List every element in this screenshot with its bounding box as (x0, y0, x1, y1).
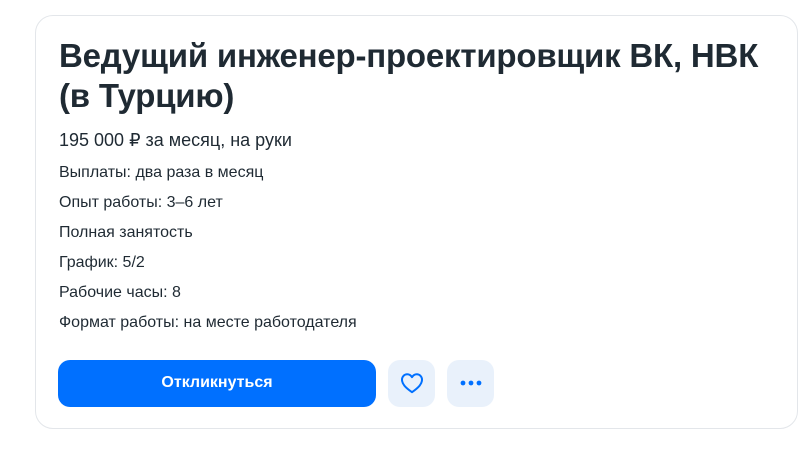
vacancy-card: Ведущий инженер-проектировщик ВК, НВК (в… (35, 15, 798, 429)
apply-button[interactable]: Откликнуться (58, 359, 376, 407)
more-horizontal-icon (460, 380, 482, 386)
employment-type: Полная занятость (59, 224, 193, 241)
work-format: Формат работы: на месте работодателя (59, 314, 357, 331)
vacancy-details-list: Выплаты: два раза в месяц Опыт работы: 3… (59, 163, 357, 343)
more-options-button[interactable] (447, 359, 494, 407)
work-experience: Опыт работы: 3–6 лет (59, 194, 223, 211)
work-schedule: График: 5/2 (59, 254, 145, 271)
payment-frequency: Выплаты: два раза в месяц (59, 164, 264, 181)
vacancy-actions: Откликнуться (58, 359, 506, 407)
heart-icon (400, 372, 424, 394)
salary-text: 195 000 ₽ за месяц, на руки (59, 130, 292, 150)
favorite-button[interactable] (388, 359, 435, 407)
vacancy-title: Ведущий инженер-проектировщик ВК, НВК (в… (59, 37, 759, 114)
working-hours: Рабочие часы: 8 (59, 284, 181, 301)
